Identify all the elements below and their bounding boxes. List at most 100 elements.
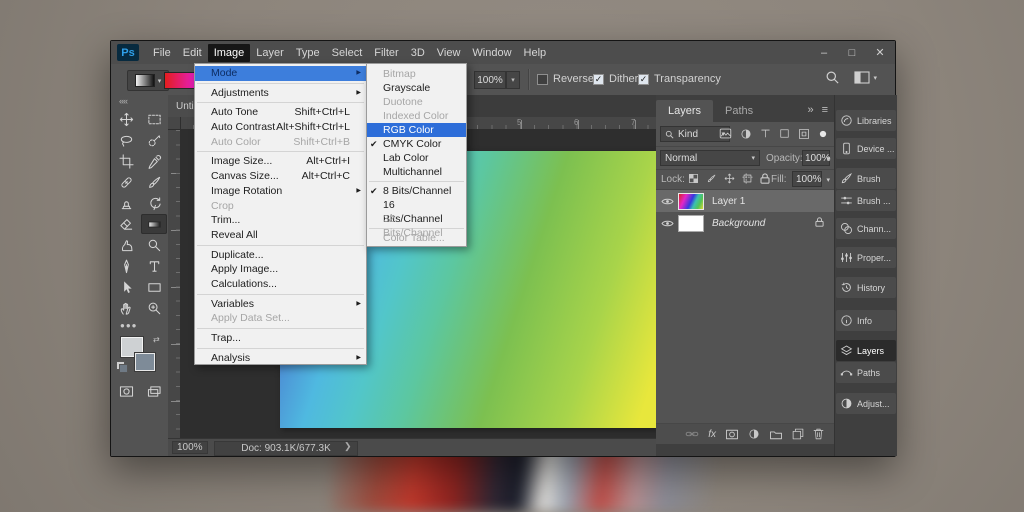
status-arrow-icon[interactable]: ❯ [344, 441, 352, 452]
menu-item-auto-tone[interactable]: Auto ToneShift+Ctrl+L [195, 105, 366, 120]
menu-item-rgb-color[interactable]: RGB Color [367, 123, 466, 137]
layer-fill-value[interactable]: 100% [792, 171, 822, 187]
dodge-tool[interactable] [141, 235, 167, 255]
menu-item-trap[interactable]: Trap... [195, 331, 366, 346]
transparency-checkbox[interactable]: ✓ [638, 74, 649, 85]
reverse-checkbox[interactable] [537, 74, 548, 85]
link-layers-icon[interactable] [685, 429, 699, 439]
collapse-panel-icon[interactable]: «« [119, 96, 127, 106]
menu-item-apply-image[interactable]: Apply Image... [195, 262, 366, 277]
filter-pixel-layers-icon[interactable] [719, 127, 732, 140]
menu-item-lab-color[interactable]: Lab Color [367, 151, 466, 165]
dock-button-properties[interactable]: Proper... [836, 247, 896, 268]
menu-3d[interactable]: 3D [405, 44, 431, 62]
tab-layers[interactable]: Layers [656, 100, 713, 122]
clone-stamp-tool[interactable] [113, 193, 139, 213]
maximize-icon[interactable]: □ [845, 47, 859, 59]
menu-item-8-bits[interactable]: ✔8 Bits/Channel [367, 184, 466, 198]
gradient-preset-picker[interactable]: ▾ [127, 70, 169, 91]
filter-smart-objects-icon[interactable] [798, 128, 810, 140]
filter-type-layers-icon[interactable] [760, 128, 771, 139]
dither-checkbox-row[interactable]: ✓ Dither [593, 73, 638, 85]
add-mask-icon[interactable] [725, 429, 739, 440]
lock-transparency-icon[interactable] [688, 173, 699, 184]
dock-button-libraries[interactable]: Libraries [836, 110, 896, 131]
quick-mask-button[interactable] [113, 381, 139, 401]
new-adjustment-layer-icon[interactable] [748, 428, 760, 440]
tab-paths[interactable]: Paths [713, 100, 765, 122]
menu-help[interactable]: Help [518, 44, 553, 62]
dock-button-adjustments[interactable]: Adjust... [836, 393, 896, 414]
menu-item-trim[interactable]: Trim... [195, 213, 366, 228]
eyedropper-tool[interactable] [141, 151, 167, 171]
layer-style-fx-icon[interactable]: fx [708, 429, 716, 440]
menu-item-mode[interactable]: Mode▶ [195, 66, 366, 81]
marquee-tool[interactable] [141, 109, 167, 129]
dock-button-channels[interactable]: Chann... [836, 218, 896, 239]
pen-tool[interactable] [113, 256, 139, 276]
shape-tool[interactable] [141, 277, 167, 297]
chevron-down-icon[interactable]: ▾ [826, 176, 830, 184]
menu-type[interactable]: Type [290, 44, 326, 62]
lock-all-icon[interactable] [760, 173, 770, 184]
dock-button-brush-settings[interactable]: Brush ... [836, 190, 896, 211]
visibility-eye-icon[interactable] [656, 219, 678, 228]
layer-thumbnail[interactable] [678, 193, 704, 210]
dock-button-layers[interactable]: Layers [836, 340, 896, 361]
layer-name[interactable]: Background [712, 218, 765, 229]
dock-button-info[interactable]: Info [836, 310, 896, 331]
menu-item-calculations[interactable]: Calculations... [195, 277, 366, 292]
reverse-checkbox-row[interactable]: Reverse [537, 73, 594, 85]
zoom-level[interactable]: 100% [172, 441, 208, 454]
layer-row-layer-1[interactable]: Layer 1 [656, 190, 834, 212]
panel-menu-icon[interactable]: ≡ [822, 104, 828, 116]
dither-checkbox[interactable]: ✓ [593, 74, 604, 85]
lasso-tool[interactable] [113, 130, 139, 150]
blend-mode-dropdown[interactable]: Normal ▾ [660, 150, 760, 166]
menu-item-variables[interactable]: Variables▶ [195, 297, 366, 312]
quick-selection-tool[interactable] [141, 130, 167, 150]
menu-filter[interactable]: Filter [368, 44, 404, 62]
layer-thumbnail[interactable] [678, 215, 704, 232]
menu-item-adjustments[interactable]: Adjustments▶ [195, 86, 366, 101]
screen-mode-button[interactable] [141, 381, 167, 401]
minimize-icon[interactable]: – [817, 47, 831, 59]
dock-button-brush[interactable]: Brush [836, 168, 896, 189]
menu-item-image-rotation[interactable]: Image Rotation▶ [195, 184, 366, 199]
dock-button-device-preview[interactable]: Device ... [836, 138, 896, 159]
swap-colors-icon[interactable]: ⇄ [153, 335, 160, 344]
collapse-panel-icon[interactable]: » [807, 104, 813, 116]
background-color-swatch[interactable] [135, 353, 155, 371]
menu-item-grayscale[interactable]: Grayscale [367, 81, 466, 95]
workspace-switcher[interactable]: ▾ [854, 71, 877, 84]
move-tool[interactable] [113, 109, 139, 129]
delete-layer-trash-icon[interactable] [813, 428, 824, 440]
filter-adjustment-layers-icon[interactable] [740, 128, 752, 140]
path-selection-tool[interactable] [113, 277, 139, 297]
lock-position-icon[interactable] [724, 173, 735, 184]
visibility-eye-icon[interactable] [656, 197, 678, 206]
dock-button-paths[interactable]: Paths [836, 362, 896, 383]
menu-layer[interactable]: Layer [250, 44, 290, 62]
close-icon[interactable]: ✕ [873, 46, 887, 59]
type-tool[interactable] [141, 256, 167, 276]
opacity-value[interactable]: 100% [474, 71, 506, 89]
menu-item-multichannel[interactable]: Multichannel [367, 165, 466, 179]
opacity-chevron-icon[interactable]: ▾ [506, 71, 520, 89]
filtering-toggle-icon[interactable] [818, 129, 828, 139]
menu-item-image-size[interactable]: Image Size...Alt+Ctrl+I [195, 154, 366, 169]
smudge-tool[interactable] [113, 235, 139, 255]
menu-item-16-bits[interactable]: 16 Bits/Channel [367, 198, 466, 212]
brush-tool[interactable] [141, 172, 167, 192]
crop-tool[interactable] [113, 151, 139, 171]
menu-file[interactable]: File [147, 44, 177, 62]
new-group-folder-icon[interactable] [769, 429, 783, 440]
menu-window[interactable]: Window [466, 44, 517, 62]
lock-image-icon[interactable] [706, 173, 717, 184]
layer-row-background[interactable]: Background [656, 212, 834, 234]
chevron-down-icon[interactable]: ▾ [826, 155, 830, 163]
menu-item-canvas-size[interactable]: Canvas Size...Alt+Ctrl+C [195, 169, 366, 184]
history-brush-tool[interactable] [141, 193, 167, 213]
hand-tool[interactable] [113, 298, 139, 318]
spot-healing-tool[interactable] [113, 172, 139, 192]
